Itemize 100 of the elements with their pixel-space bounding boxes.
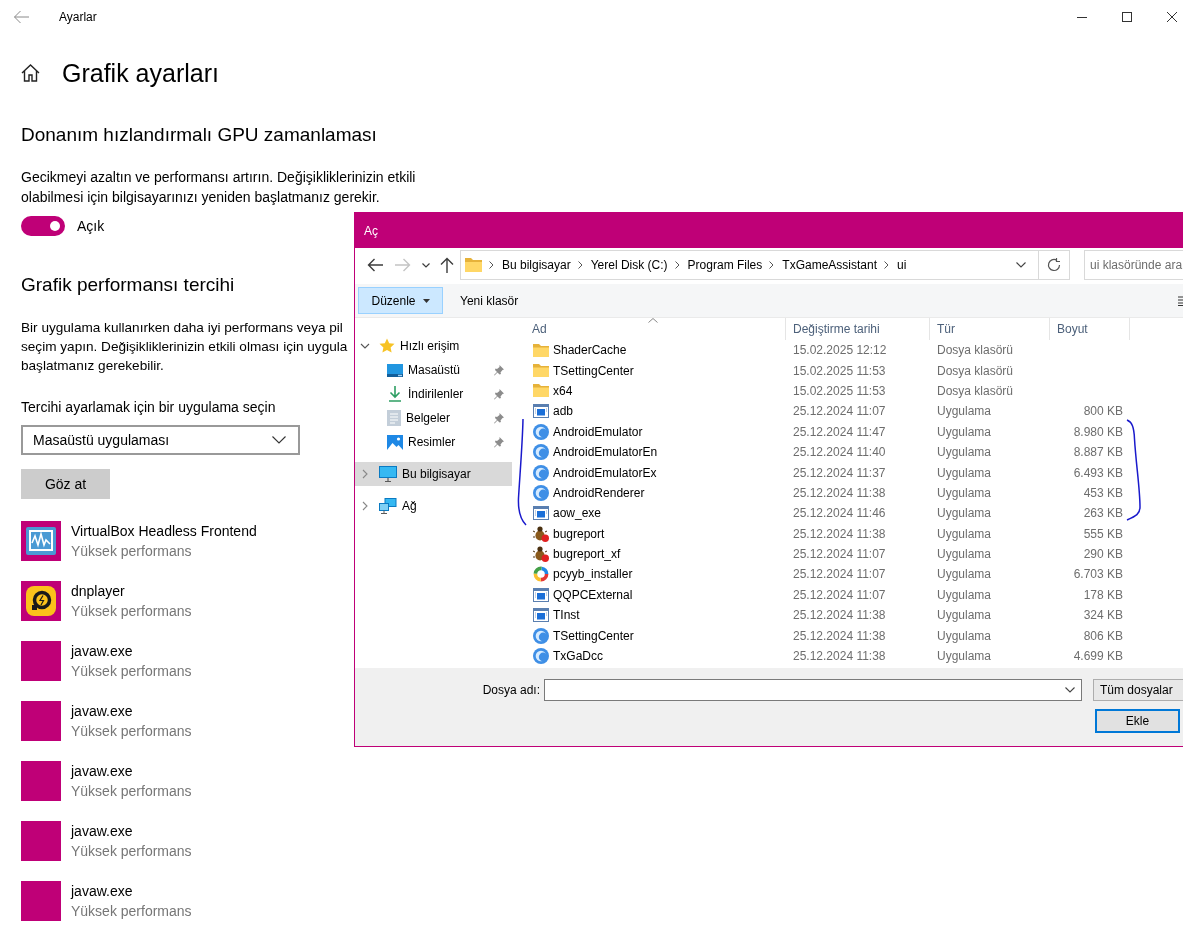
folder-icon: [533, 364, 549, 378]
app-name[interactable]: javaw.exe: [71, 821, 192, 841]
chevron-right-icon[interactable]: [577, 261, 583, 269]
app-name[interactable]: javaw.exe: [71, 881, 192, 901]
file-size: 453 KB: [1083, 485, 1123, 500]
close-icon[interactable]: [1167, 12, 1177, 22]
chevron-down-icon[interactable]: [1065, 687, 1075, 693]
add-button[interactable]: Ekle: [1095, 709, 1180, 733]
caret-down-icon[interactable]: [422, 262, 430, 268]
file-name[interactable]: bugreport_xf: [553, 547, 621, 562]
breadcrumb[interactable]: TxGameAssistant: [782, 258, 877, 272]
app-name[interactable]: VirtualBox Headless Frontend: [71, 521, 257, 541]
app-type-dropdown[interactable]: Masaüstü uygulaması: [21, 425, 300, 455]
network-icon: [379, 498, 397, 514]
home-icon[interactable]: [21, 64, 40, 82]
file-name[interactable]: TInst: [553, 608, 580, 623]
file-name[interactable]: AndroidEmulatorEx: [553, 465, 657, 480]
file-type: Uygulama: [937, 587, 992, 602]
program-window-icon: [533, 506, 549, 521]
description-text: Gecikmeyi azaltın ve performansı artırın. Değişikliklerinizin etkili olabilmesi için bilgisayarınızı yeniden başlatmanız gerekir.: [21, 168, 417, 207]
modified-date: 15.02.2025 11:53: [793, 363, 886, 378]
orb-icon: [533, 444, 549, 461]
app-name[interactable]: javaw.exe: [71, 701, 192, 721]
nav-item[interactable]: Masaüstü: [355, 358, 512, 382]
chevron-down-icon[interactable]: [1016, 262, 1026, 268]
app-name[interactable]: javaw.exe: [71, 761, 192, 781]
view-options-icon[interactable]: [1178, 295, 1183, 306]
section-heading: Donanım hızlandırmalı GPU zamanlaması: [21, 123, 377, 147]
file-name[interactable]: AndroidRenderer: [553, 485, 645, 500]
file-size: 555 KB: [1083, 526, 1123, 541]
refresh-button[interactable]: [1039, 250, 1070, 280]
file-type: Uygulama: [937, 649, 992, 664]
file-name[interactable]: AndroidEmulator: [553, 424, 643, 439]
toggle-switch[interactable]: [21, 216, 65, 236]
page-title: Grafik ayarları: [62, 58, 219, 89]
nav-item[interactable]: İndirilenler: [355, 382, 512, 406]
back-arrow-icon[interactable]: [367, 258, 383, 272]
picture-icon: [387, 434, 403, 450]
file-type-dropdown[interactable]: Tüm dosyalar: [1093, 679, 1183, 701]
nav-item[interactable]: Bu bilgisayar: [355, 462, 512, 486]
file-name[interactable]: QQPCExternal: [553, 587, 633, 602]
file-name-field[interactable]: [544, 679, 1082, 701]
file-type: Uygulama: [937, 567, 992, 582]
nav-item[interactable]: Ağ: [355, 494, 512, 518]
file-size: 6.493 KB: [1073, 465, 1123, 480]
search-field[interactable]: ui klasöründe ara: [1084, 250, 1183, 280]
orb-icon: [533, 484, 549, 501]
breadcrumb[interactable]: Yerel Disk (C:): [590, 258, 668, 272]
organize-menu-button[interactable]: Düzenle: [358, 287, 443, 314]
app-preference: Yüksek performans: [71, 902, 192, 921]
maximize-icon[interactable]: [1122, 12, 1132, 22]
browse-button[interactable]: Göz at: [21, 469, 110, 499]
chevron-right-icon[interactable]: [769, 261, 775, 269]
address-bar[interactable]: Bu bilgisayar Yerel Disk (C:) Program Files TxGameAssistant ui: [460, 250, 1039, 280]
file-name[interactable]: x64: [553, 383, 573, 398]
file-name[interactable]: TxGaDcc: [553, 649, 603, 664]
column-header[interactable]: Boyut: [1050, 318, 1130, 340]
minimize-icon[interactable]: [1077, 16, 1087, 18]
modified-date: 25.12.2024 11:38: [793, 526, 886, 541]
breadcrumb[interactable]: Bu bilgisayar: [502, 258, 571, 272]
breadcrumb[interactable]: Program Files: [687, 258, 763, 272]
app-name[interactable]: dnplayer: [71, 581, 192, 601]
new-folder-button[interactable]: Yeni klasör: [451, 287, 528, 314]
modified-date: 25.12.2024 11:07: [793, 567, 886, 582]
column-header[interactable]: Değiştirme tarihi: [786, 318, 930, 340]
orb-icon: [533, 627, 549, 644]
nav-item[interactable]: Hızlı erişim: [355, 334, 512, 358]
chevron-right-icon[interactable]: [674, 261, 680, 269]
file-name[interactable]: adb: [553, 404, 574, 419]
column-header[interactable]: Ad: [520, 318, 786, 340]
folder-icon: [465, 258, 482, 272]
chevron-right-icon[interactable]: [884, 261, 889, 269]
download-icon: [387, 386, 403, 402]
modified-date: 25.12.2024 11:07: [793, 404, 886, 419]
up-arrow-icon[interactable]: [440, 257, 454, 273]
app-tile-icon: [21, 761, 61, 801]
chevron-right-icon[interactable]: [360, 501, 370, 511]
chevron-down-icon[interactable]: [360, 341, 370, 351]
caret-down-icon: [422, 298, 430, 303]
file-name[interactable]: AndroidEmulatorEn: [553, 445, 658, 460]
monitor-app-icon: [21, 521, 61, 561]
file-size: 263 KB: [1083, 506, 1123, 521]
file-name[interactable]: bugreport: [553, 526, 605, 541]
file-size: 8.887 KB: [1073, 445, 1123, 460]
chevron-right-icon[interactable]: [489, 261, 494, 269]
column-header[interactable]: Tür: [930, 318, 1050, 340]
app-name[interactable]: javaw.exe: [71, 641, 192, 661]
file-name[interactable]: TSettingCenter: [553, 628, 634, 643]
star-icon: [379, 338, 395, 354]
nav-item[interactable]: Resimler: [355, 430, 512, 454]
orb-icon: [533, 648, 549, 665]
file-type: Uygulama: [937, 424, 992, 439]
file-name[interactable]: pcyyb_installer: [553, 567, 633, 582]
file-name[interactable]: ShaderCache: [553, 343, 627, 358]
file-name[interactable]: aow_exe: [553, 506, 602, 521]
file-type: Uygulama: [937, 608, 992, 623]
nav-item[interactable]: Belgeler: [355, 406, 512, 430]
breadcrumb[interactable]: ui: [897, 258, 907, 272]
file-name[interactable]: TSettingCenter: [553, 363, 634, 378]
file-type: Uygulama: [937, 445, 992, 460]
